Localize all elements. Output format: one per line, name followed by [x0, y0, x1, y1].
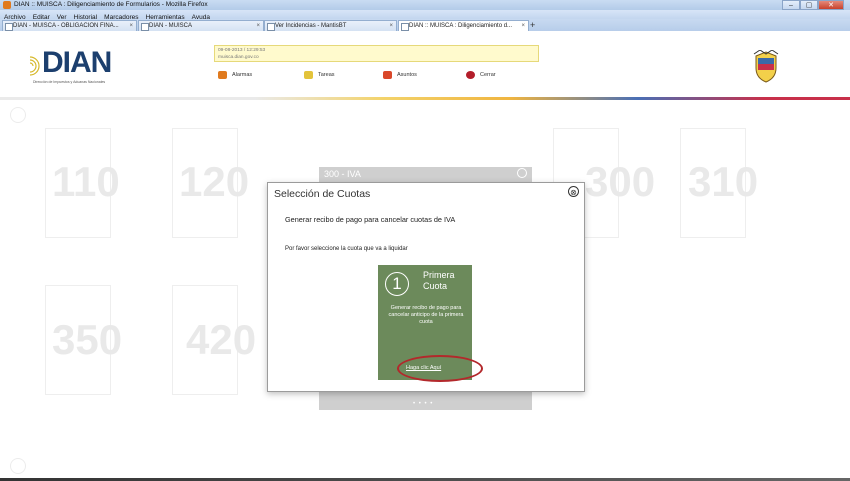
help-icon[interactable]	[10, 458, 26, 474]
tab-mantis[interactable]: Ver Incidencias - MantisBT ×	[264, 20, 397, 31]
dialog-close-button[interactable]: ⊗	[568, 186, 579, 197]
close-window-button[interactable]: ✕	[818, 0, 844, 10]
firefox-icon	[3, 1, 11, 9]
tab-label: DIAN :: MUISCA : Diligenciamiento d...	[409, 23, 513, 29]
window-controls: – ▢ ✕	[782, 0, 844, 10]
tab-close-icon[interactable]: ×	[521, 21, 525, 31]
nav-alarmas[interactable]: Alarmas	[218, 71, 252, 79]
form-number: 350	[52, 316, 123, 363]
power-icon	[466, 71, 475, 79]
dian-logo[interactable]: DIAN	[42, 47, 112, 79]
form-number: 420	[186, 316, 257, 363]
dian-logo-icon	[29, 56, 40, 76]
session-datetime: 09-08-2013 / 12:29:53	[218, 48, 266, 53]
form-number: 310	[688, 158, 759, 205]
close-icon[interactable]	[517, 168, 527, 178]
nav-label: Tareas	[318, 72, 335, 78]
tab-muisca[interactable]: DIAN - MUISCA ×	[138, 20, 264, 31]
dialog-instructions: Por favor seleccione la cuota que va a l…	[285, 246, 408, 252]
page-icon	[141, 23, 149, 31]
nav-label: Cerrar	[480, 72, 496, 78]
dialog-subtitle: Generar recibo de pago para cancelar cuo…	[285, 215, 456, 224]
window-titlebar: DIAN :: MUISCA : Diligenciamiento de For…	[0, 0, 850, 10]
cuota-description: Generar recibo de pago para cancelar ant…	[388, 305, 464, 325]
tab-close-icon[interactable]: ×	[389, 21, 393, 31]
highlight-annotation	[397, 355, 483, 382]
new-tab-button[interactable]: +	[530, 20, 535, 30]
pager-dots[interactable]: • • • •	[413, 401, 433, 407]
dialog-title: Selección de Cuotas	[274, 188, 371, 200]
form-number: 300	[585, 158, 656, 205]
minimize-button[interactable]: –	[782, 0, 800, 10]
tab-obligacion[interactable]: DIAN - MUISCA - OBLIGACION FINA... ×	[2, 20, 137, 31]
logo-subtitle: Dirección de Impuestos y Aduanas Naciona…	[33, 80, 106, 84]
page-header	[0, 31, 850, 98]
form-number: 120	[179, 158, 250, 205]
tab-close-icon[interactable]: ×	[129, 21, 133, 31]
tab-diligenciamiento[interactable]: DIAN :: MUISCA : Diligenciamiento d... ×	[398, 20, 529, 31]
colombia-shield-icon	[753, 50, 779, 83]
cuota-number: 1	[385, 272, 409, 296]
nav-asuntos[interactable]: Asuntos	[383, 71, 417, 79]
home-icon[interactable]	[10, 107, 26, 123]
tab-label: DIAN - MUISCA	[149, 23, 193, 29]
session-info-box: 09-08-2013 / 12:29:53 muisca.dian.gov.co	[214, 45, 539, 62]
session-domain: muisca.dian.gov.co	[218, 55, 259, 60]
maximize-button[interactable]: ▢	[800, 0, 818, 10]
nav-label: Alarmas	[232, 72, 253, 78]
nav-label: Asuntos	[397, 72, 417, 78]
cuota-label-line1: Primera	[423, 270, 455, 280]
menu-bar: Archivo Editar Ver Historial Marcadores …	[0, 10, 850, 21]
mantis-icon	[267, 23, 275, 31]
tab-label: Ver Incidencias - MantisBT	[275, 23, 347, 29]
iva-popup-title: 300 - IVA	[324, 169, 361, 179]
tab-label: DIAN - MUISCA - OBLIGACION FINA...	[13, 23, 119, 29]
page-icon	[401, 23, 409, 31]
tab-close-icon[interactable]: ×	[256, 21, 260, 31]
folder-icon	[383, 71, 392, 79]
window-title: DIAN :: MUISCA : Diligenciamiento de For…	[14, 1, 208, 8]
page-icon	[5, 23, 13, 31]
nav-tareas[interactable]: Tareas	[304, 71, 335, 79]
nav-cerrar[interactable]: Cerrar	[466, 71, 496, 79]
form-number: 110	[52, 158, 120, 205]
cuota-label-line2: Cuota	[423, 281, 448, 291]
tasks-icon	[304, 71, 313, 79]
bell-icon	[218, 71, 227, 79]
